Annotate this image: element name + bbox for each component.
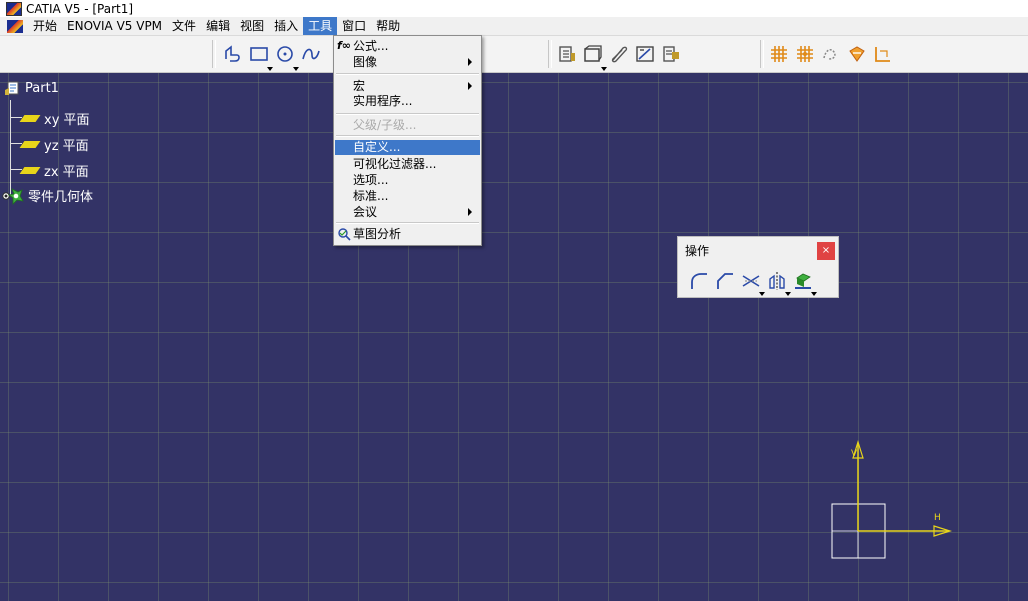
profile-icon[interactable] bbox=[222, 43, 244, 65]
dimensional-constraints-icon[interactable] bbox=[872, 43, 894, 65]
menu-item-image[interactable]: 图像 bbox=[335, 55, 480, 69]
menu-separator bbox=[336, 222, 479, 224]
operation-toolbar-title: 操作 bbox=[685, 244, 710, 258]
tree-node-xy-plane[interactable]: xy 平面 bbox=[10, 109, 90, 128]
menu-file[interactable]: 文件 bbox=[167, 17, 201, 35]
menu-item-macro[interactable]: 宏 bbox=[335, 79, 480, 93]
catia-logo-icon[interactable] bbox=[7, 19, 23, 33]
menu-view[interactable]: 视图 bbox=[235, 17, 269, 35]
toolbar-separator bbox=[760, 40, 764, 68]
menu-item-parent-children: 父级/子级... bbox=[353, 118, 417, 132]
tree-node-zx-plane[interactable]: zx 平面 bbox=[10, 161, 89, 180]
close-button[interactable]: × bbox=[817, 242, 835, 260]
operation-toolbar-panel[interactable]: 操作 × bbox=[677, 236, 839, 298]
sketch-analysis-icon bbox=[338, 228, 351, 241]
tree-node-label: zx 平面 bbox=[44, 165, 89, 180]
constraint-icon[interactable] bbox=[556, 43, 578, 65]
constraint-dialog-icon[interactable] bbox=[582, 43, 607, 71]
menu-item-customize[interactable]: 自定义... bbox=[335, 140, 480, 155]
tree-node-part-body[interactable]: 零件几何体 bbox=[2, 186, 93, 205]
menu-item-visualization-filters[interactable]: 可视化过滤器... bbox=[335, 157, 480, 171]
menu-item-standards[interactable]: 标准... bbox=[335, 189, 480, 203]
menu-separator bbox=[336, 73, 479, 75]
tree-node-label: yz 平面 bbox=[44, 139, 89, 154]
toolbar-separator bbox=[548, 40, 552, 68]
tree-node-label: xy 平面 bbox=[44, 113, 90, 128]
geometric-constraints-icon[interactable] bbox=[846, 43, 868, 65]
sketch-tools-toolbar-group bbox=[766, 38, 896, 70]
menu-item-utility[interactable]: 实用程序... bbox=[335, 94, 480, 108]
menu-enovia[interactable]: ENOVIA V5 VPM bbox=[62, 17, 167, 35]
menu-start[interactable]: 开始 bbox=[28, 17, 62, 35]
axis-h-label: H bbox=[934, 513, 941, 523]
trim-icon[interactable] bbox=[740, 270, 765, 296]
part-body-icon bbox=[2, 187, 24, 205]
tree-node-yz-plane[interactable]: yz 平面 bbox=[10, 135, 89, 154]
tree-root-part1[interactable]: Part1 bbox=[4, 80, 59, 96]
part-icon bbox=[5, 81, 19, 95]
sketch-axis-indicator: H V bbox=[831, 439, 953, 559]
menu-item-formula[interactable]: f∞ 公式... bbox=[335, 39, 480, 53]
circle-icon[interactable] bbox=[274, 43, 299, 71]
corner-icon[interactable] bbox=[688, 270, 710, 290]
plane-icon bbox=[19, 167, 41, 174]
menu-item-sketch-analysis[interactable]: 草图分析 bbox=[335, 227, 480, 241]
menu-separator bbox=[336, 113, 479, 115]
menu-help[interactable]: 帮助 bbox=[371, 17, 405, 35]
menu-separator bbox=[336, 135, 479, 137]
catia-app-icon bbox=[6, 1, 22, 16]
animate-constraint-icon[interactable] bbox=[634, 43, 656, 65]
formula-fx-icon: f∞ bbox=[337, 39, 351, 52]
menu-tools[interactable]: 工具 bbox=[303, 17, 338, 35]
menu-bar: 开始 ENOVIA V5 VPM 文件 编辑 视图 插入 工具 窗口 帮助 bbox=[0, 17, 1028, 36]
auto-constraint-icon[interactable] bbox=[608, 43, 630, 65]
menu-item-options[interactable]: 选项... bbox=[335, 173, 480, 187]
submenu-arrow-icon bbox=[468, 208, 472, 216]
snap-to-point-icon[interactable] bbox=[794, 43, 816, 65]
spline-icon[interactable] bbox=[300, 43, 322, 65]
menu-window[interactable]: 窗口 bbox=[337, 17, 371, 35]
sketch-toolbar-group bbox=[220, 38, 324, 71]
chamfer-icon[interactable] bbox=[714, 270, 736, 290]
grid-icon[interactable] bbox=[768, 43, 790, 65]
window-title-bar: CATIA V5 - [Part1] bbox=[0, 0, 1028, 17]
tree-root-label: Part1 bbox=[25, 80, 59, 96]
submenu-arrow-icon bbox=[468, 82, 472, 90]
constraint-toolbar-group bbox=[554, 38, 684, 71]
toolbar-separator bbox=[212, 40, 216, 68]
mirror-icon[interactable] bbox=[766, 270, 791, 296]
submenu-arrow-icon bbox=[468, 58, 472, 66]
window-title: CATIA V5 - [Part1] bbox=[26, 1, 134, 16]
menu-edit[interactable]: 编辑 bbox=[201, 17, 235, 35]
tree-node-label: 零件几何体 bbox=[28, 190, 94, 205]
plane-icon bbox=[19, 141, 41, 148]
rectangle-icon[interactable] bbox=[248, 43, 273, 71]
edit-multi-constraint-icon[interactable] bbox=[660, 43, 682, 65]
construction-element-icon[interactable] bbox=[820, 43, 842, 65]
plane-icon bbox=[19, 115, 41, 122]
axis-v-label: V bbox=[851, 449, 858, 459]
main-toolbar bbox=[0, 36, 1028, 73]
project-3d-elements-icon[interactable] bbox=[792, 270, 817, 296]
menu-insert[interactable]: 插入 bbox=[269, 17, 303, 35]
menu-item-conference[interactable]: 会议 bbox=[335, 205, 480, 219]
tools-menu-dropdown: f∞ 公式... 图像 宏 实用程序... 父级/子级... 自定义... 可视… bbox=[333, 35, 482, 246]
